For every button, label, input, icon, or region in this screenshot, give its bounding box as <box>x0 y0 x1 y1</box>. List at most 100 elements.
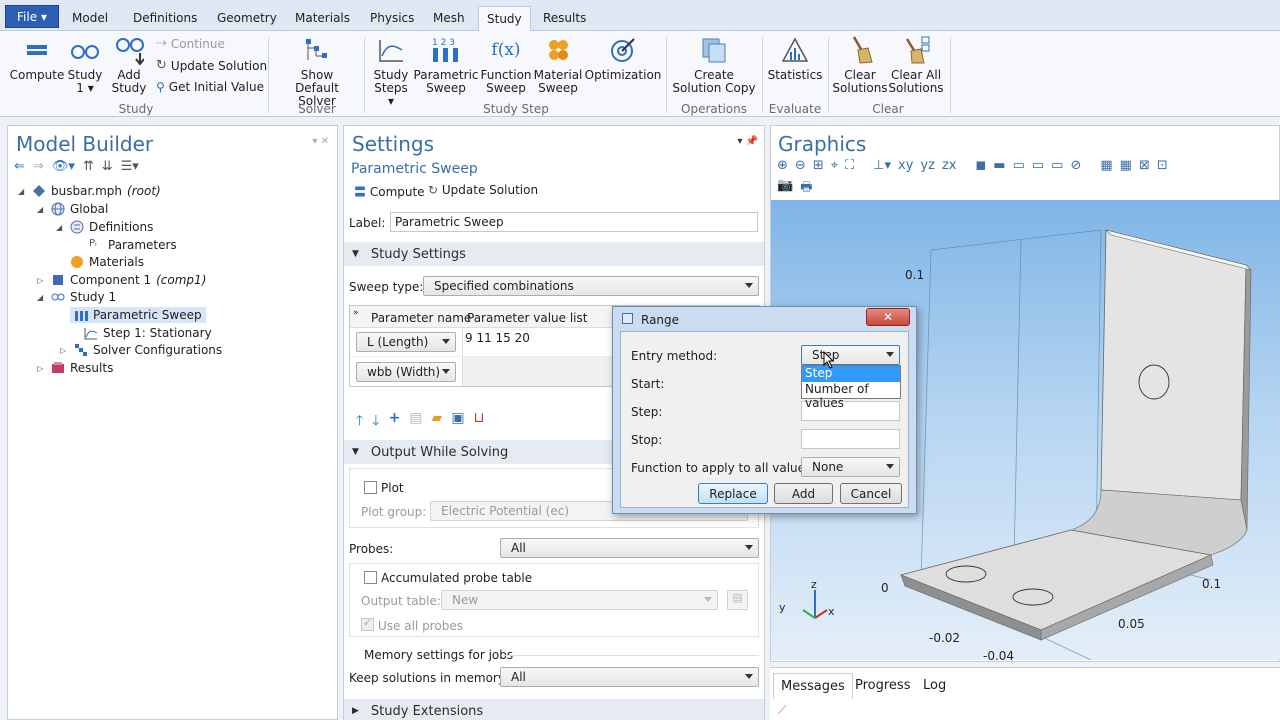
tree-node-step-1[interactable]: Step 1: Stationary <box>84 326 212 340</box>
tree-node-parametric-sweep[interactable]: Parametric Sweep <box>70 307 206 323</box>
back-arrow-icon[interactable]: ⇐ <box>14 159 25 174</box>
sweep-type-select[interactable]: Specified combinations <box>423 276 759 296</box>
stop-input[interactable] <box>801 429 900 449</box>
move-down-icon[interactable]: 🡓 <box>372 410 379 434</box>
pin-icon[interactable]: ▾ 📌 <box>737 136 758 147</box>
xy-view-icon[interactable]: xy <box>898 158 913 173</box>
zoom-extents-icon[interactable]: ⛶ <box>845 158 854 173</box>
camera-icon[interactable]: 📷 <box>777 178 793 200</box>
view-axis-icon[interactable]: ⊥▾ <box>873 158 891 173</box>
function-select[interactable]: None <box>801 457 900 477</box>
optimization-button[interactable]: Optimization <box>585 35 661 82</box>
tab-physics[interactable]: Physics <box>362 8 422 31</box>
tab-definitions[interactable]: Definitions <box>125 8 205 31</box>
tab-study[interactable]: Study <box>478 6 531 32</box>
tree-node-materials[interactable]: Materials <box>70 255 144 269</box>
wireframe-icon[interactable]: ⊠ <box>1139 158 1150 173</box>
plot-checkbox[interactable] <box>364 481 377 494</box>
clear-solutions-button[interactable]: Clear Solutions <box>832 35 888 95</box>
get-initial-value-button[interactable]: ⚲ Get Initial Value <box>156 80 264 94</box>
zoom-out-icon[interactable]: ⊖ <box>795 158 806 173</box>
option-number-of-values[interactable]: Number of values <box>802 382 900 410</box>
material-sweep-button[interactable]: Material Sweep <box>534 35 582 95</box>
statistics-button[interactable]: Statistics <box>768 35 822 82</box>
grid-icon[interactable]: ⊡ <box>1157 158 1168 173</box>
continue-button[interactable]: ⇢ Continue <box>156 36 225 51</box>
collapse-triangle-icon[interactable]: ◢ <box>37 205 46 214</box>
add-button[interactable]: Add <box>774 483 833 504</box>
create-solution-copy-button[interactable]: Create Solution Copy <box>672 35 756 95</box>
dialog-close-button[interactable]: ✕ <box>866 308 910 326</box>
collapse-triangle-icon[interactable]: ◢ <box>18 187 27 196</box>
tree-node-global[interactable]: ◢ Global <box>37 202 108 216</box>
show-default-solver-button[interactable]: Show Default Solver <box>276 35 358 108</box>
parameter-name-select[interactable]: wbb (Width) <box>356 362 456 382</box>
study-steps-button[interactable]: Study Steps ▾ <box>370 35 412 108</box>
tree-node-root[interactable]: ◢ busbar.mph (root) <box>18 184 161 198</box>
add-icon[interactable]: + <box>389 410 401 434</box>
replace-button[interactable]: Replace <box>698 483 768 504</box>
select-edges-icon[interactable]: ▭ <box>1032 158 1044 173</box>
select-points-icon[interactable]: ▭ <box>1051 158 1063 173</box>
delete-icon[interactable]: ▤ <box>409 410 422 434</box>
tree-node-definitions[interactable]: ◢ Definitions <box>56 220 153 234</box>
cancel-button[interactable]: Cancel <box>840 483 902 504</box>
tab-log[interactable]: Log <box>923 678 946 693</box>
zoom-box-icon[interactable]: ⊞ <box>813 158 824 173</box>
tree-node-component[interactable]: ▷ Component 1 (comp1) <box>37 273 206 287</box>
tab-materials[interactable]: Materials <box>287 8 358 31</box>
keep-solutions-select[interactable]: All <box>500 667 759 687</box>
expand-all-icon[interactable]: ⇈ <box>83 159 94 174</box>
range-icon[interactable]: ⊔ <box>474 410 485 434</box>
select-boundaries-icon[interactable]: ▭ <box>1013 158 1025 173</box>
study-1-button[interactable]: Study 1 ▾ <box>64 35 106 95</box>
file-menu-button[interactable]: File ▾ <box>5 5 59 28</box>
tab-mesh[interactable]: Mesh <box>425 8 473 31</box>
accumulated-probe-table-checkbox[interactable] <box>364 571 377 584</box>
clear-selection-icon[interactable]: ⊘ <box>1070 158 1081 173</box>
select-objects-icon[interactable]: ◼ <box>975 158 986 173</box>
label-field[interactable]: Parametric Sweep <box>390 212 758 232</box>
update-solution-button[interactable]: ↻ Update Solution <box>156 58 267 73</box>
panel-menu-icon[interactable]: ▾ ✕ <box>312 136 329 147</box>
settings-compute-button[interactable]: 〓 Compute <box>354 183 425 200</box>
tab-results[interactable]: Results <box>535 8 594 31</box>
tab-model[interactable]: Model <box>64 8 116 31</box>
open-file-icon[interactable]: ▰ <box>432 410 443 434</box>
parameter-value-list-cell[interactable]: 9 11 15 20 <box>465 331 530 345</box>
tab-geometry[interactable]: Geometry <box>209 8 285 31</box>
study-settings-header[interactable]: ▼ Study Settings <box>344 242 764 266</box>
print-icon[interactable]: 🖶 <box>800 178 812 200</box>
table-settings-icon[interactable]: ▤ <box>727 590 748 610</box>
probes-select[interactable]: All <box>500 538 759 558</box>
zoom-in-icon[interactable]: ⊕ <box>777 158 788 173</box>
save-icon[interactable]: ▣ <box>451 410 464 434</box>
settings-update-solution-button[interactable]: ↻ Update Solution <box>428 183 538 197</box>
yz-view-icon[interactable]: yz <box>920 158 935 173</box>
entry-method-select[interactable]: Step <box>801 345 900 365</box>
study-extensions-header[interactable]: ▶ Study Extensions <box>344 699 764 720</box>
move-up-icon[interactable]: 🡑 <box>356 410 363 434</box>
tree-node-solver-configurations[interactable]: ▷ Solver Configurations <box>60 343 222 357</box>
show-icon[interactable]: 👁▾ <box>52 159 75 174</box>
add-study-button[interactable]: Add Study <box>108 35 150 95</box>
function-sweep-button[interactable]: f(x) Function Sweep <box>480 35 532 95</box>
zoom-selected-icon[interactable]: ⌖ <box>831 158 838 173</box>
compute-button[interactable]: Compute <box>10 35 64 82</box>
parametric-sweep-button[interactable]: 1 2 3 Parametric Sweep <box>414 35 479 95</box>
tree-node-study-1[interactable]: ◢ Study 1 <box>37 290 116 304</box>
expand-triangle-icon[interactable]: ▷ <box>37 276 46 285</box>
expand-triangle-icon[interactable]: ▷ <box>37 364 46 373</box>
tree-node-parameters[interactable]: Pᵢ Parameters <box>89 238 177 252</box>
transparency-icon[interactable]: ▦ <box>1120 158 1132 173</box>
expand-triangle-icon[interactable]: ▷ <box>60 346 69 355</box>
tab-progress[interactable]: Progress <box>855 678 910 693</box>
broom-icon[interactable]: ⟋ <box>778 703 786 718</box>
scene-light-icon[interactable]: ▦ <box>1100 158 1112 173</box>
clear-all-solutions-button[interactable]: Clear All Solutions <box>888 35 944 95</box>
collapse-all-icon[interactable]: ⇊ <box>102 159 113 174</box>
tree-options-icon[interactable]: ☰▾ <box>121 159 139 174</box>
tab-messages[interactable]: Messages <box>773 673 853 699</box>
collapse-triangle-icon[interactable]: ◢ <box>37 293 46 302</box>
parameter-name-select[interactable]: L (Length) <box>356 332 456 352</box>
